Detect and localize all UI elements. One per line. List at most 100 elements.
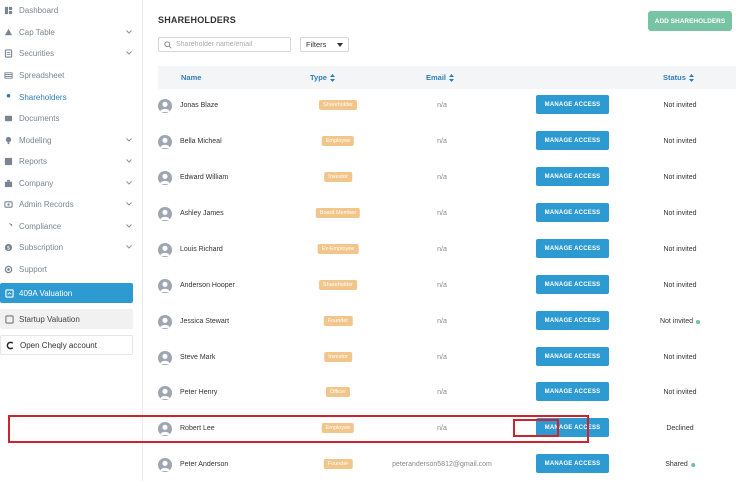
sidebar: Dashboard Cap Table Securities Spreadsheet S… bbox=[0, 0, 143, 481]
type-badge: Board Member bbox=[315, 208, 361, 218]
chevron-down-icon bbox=[126, 51, 132, 55]
manage-access-button[interactable]: MANAGE ACCESS bbox=[536, 454, 609, 473]
column-email[interactable]: Email bbox=[426, 73, 455, 82]
table-row: Jessica Stewart Founder n/a MANAGE ACCESS No… bbox=[158, 304, 736, 340]
manage-access-button[interactable]: MANAGE ACCESS bbox=[536, 275, 609, 294]
sidebar-item-admin-records[interactable]: Admin Records bbox=[0, 194, 143, 214]
status-dot-icon bbox=[696, 319, 701, 324]
sidebar-item-label: Cap Table bbox=[19, 27, 55, 37]
manage-access-button[interactable]: MANAGE ACCESS bbox=[536, 203, 609, 222]
highlight-row-box bbox=[8, 415, 589, 443]
email-text: n/a bbox=[437, 138, 447, 145]
status-label: Not invited bbox=[663, 174, 697, 181]
chevron-down-icon bbox=[126, 30, 132, 34]
sidebar-item-reports[interactable]: Reports bbox=[0, 151, 143, 171]
column-name[interactable]: Name bbox=[181, 73, 201, 82]
table-header: Name Type Email Status bbox=[158, 66, 736, 89]
status-text: Not invited bbox=[663, 389, 696, 396]
valuation-409a-label: 409A Valuation bbox=[19, 288, 73, 298]
search-input[interactable] bbox=[176, 41, 286, 48]
add-shareholders-button[interactable]: ADD SHAREHOLDERS bbox=[648, 11, 732, 31]
status-label: Not invited bbox=[663, 246, 697, 253]
email-text: n/a bbox=[437, 246, 447, 253]
avatar bbox=[158, 279, 172, 293]
startup-valuation-button[interactable]: Startup Valuation bbox=[0, 309, 133, 329]
column-status[interactable]: Status bbox=[663, 73, 694, 82]
sidebar-item-modeling[interactable]: Modeling bbox=[0, 130, 143, 150]
valuation-icon bbox=[5, 288, 14, 298]
status-label: Not invited bbox=[663, 282, 697, 289]
sidebar-item-cap-table[interactable]: Cap Table bbox=[0, 22, 143, 42]
sidebar-item-label: Modeling bbox=[19, 135, 52, 145]
valuation-409a-button[interactable]: 409A Valuation bbox=[0, 283, 133, 303]
status-text: Not invited bbox=[663, 210, 696, 217]
sidebar-item-shareholders[interactable]: Shareholders bbox=[0, 87, 143, 107]
sidebar-item-label: Spreadsheet bbox=[19, 70, 65, 80]
sidebar-item-documents[interactable]: Documents bbox=[0, 108, 143, 128]
manage-access-button[interactable]: MANAGE ACCESS bbox=[536, 311, 609, 330]
status-label: Not invited bbox=[663, 389, 697, 396]
support-icon bbox=[4, 265, 13, 274]
sidebar-item-support[interactable]: Support bbox=[0, 259, 143, 279]
avatar bbox=[158, 458, 172, 472]
avatar bbox=[158, 243, 172, 257]
open-cheqly-button[interactable]: Open Cheqly account bbox=[0, 335, 133, 355]
chevron-down-icon bbox=[337, 43, 343, 47]
open-cheqly-label: Open Cheqly account bbox=[20, 340, 97, 350]
status-label: Not invited bbox=[663, 354, 697, 361]
type-badge: Investor bbox=[324, 172, 352, 182]
email-text: n/a bbox=[437, 210, 447, 217]
avatar bbox=[158, 171, 172, 185]
status-text: Not invited bbox=[660, 318, 701, 325]
sidebar-item-spreadsheet[interactable]: Spreadsheet bbox=[0, 65, 143, 85]
email-text: n/a bbox=[437, 102, 447, 109]
manage-access-button[interactable]: MANAGE ACCESS bbox=[536, 131, 609, 150]
type-badge: Officer bbox=[325, 387, 351, 397]
shareholder-name: Jonas Blaze bbox=[180, 102, 219, 109]
avatar bbox=[158, 135, 172, 149]
status-text: Not invited bbox=[663, 138, 696, 145]
dashboard-icon bbox=[4, 6, 13, 15]
type-badge: Founder bbox=[323, 459, 353, 469]
email-text: n/a bbox=[437, 354, 447, 361]
shareholder-name: Edward William bbox=[180, 174, 229, 181]
column-type-label: Type bbox=[310, 73, 327, 82]
manage-access-button[interactable]: MANAGE ACCESS bbox=[536, 95, 609, 114]
status-text: Not invited bbox=[663, 102, 696, 109]
search-box[interactable] bbox=[158, 37, 291, 52]
table-row: Peter Henry Officer n/a MANAGE ACCESS Not in… bbox=[158, 375, 736, 411]
shareholder-name: Louis Richard bbox=[180, 246, 223, 253]
cheqly-logo-icon bbox=[6, 341, 15, 350]
table-row: Anderson Hooper Shareholder n/a MANAGE ACCE… bbox=[158, 268, 736, 304]
column-type[interactable]: Type bbox=[310, 73, 335, 82]
status-label: Not invited bbox=[663, 102, 697, 109]
chevron-down-icon bbox=[126, 138, 132, 142]
sidebar-item-label: Subscription bbox=[19, 242, 64, 252]
table-row: Bella Micheal Employee n/a MANAGE ACCESS Not… bbox=[158, 124, 736, 160]
manage-access-button[interactable]: MANAGE ACCESS bbox=[536, 382, 609, 401]
manage-access-button[interactable]: MANAGE ACCESS bbox=[536, 347, 609, 366]
avatar bbox=[158, 315, 172, 329]
sidebar-item-label: Documents bbox=[19, 113, 60, 123]
sidebar-item-company[interactable]: Company bbox=[0, 173, 143, 193]
sidebar-item-label: Company bbox=[19, 178, 54, 188]
manage-access-button[interactable]: MANAGE ACCESS bbox=[536, 167, 609, 186]
manage-access-button[interactable]: MANAGE ACCESS bbox=[536, 239, 609, 258]
modeling-icon bbox=[4, 136, 13, 145]
type-badge: Shareholder bbox=[319, 280, 357, 290]
status-text: Not invited bbox=[663, 354, 696, 361]
sidebar-item-compliance[interactable]: Compliance bbox=[0, 216, 143, 236]
cap-table-icon bbox=[4, 28, 13, 37]
type-badge: Investor bbox=[324, 352, 352, 362]
sidebar-item-label: Shareholders bbox=[19, 92, 67, 102]
sidebar-item-dashboard[interactable]: Dashboard bbox=[0, 0, 143, 20]
type-badge: Employee bbox=[321, 136, 355, 146]
filters-dropdown[interactable]: Filters bbox=[300, 37, 349, 52]
shareholder-name: Anderson Hooper bbox=[180, 282, 235, 289]
type-badge: Ex-Employee bbox=[317, 244, 359, 254]
company-icon bbox=[4, 179, 13, 188]
table-row: Jonas Blaze Shareholder n/a MANAGE ACCESS No… bbox=[158, 88, 736, 124]
sidebar-item-securities[interactable]: Securities bbox=[0, 43, 143, 63]
sidebar-item-subscription[interactable]: $ Subscription bbox=[0, 237, 143, 257]
email-text: n/a bbox=[437, 389, 447, 396]
